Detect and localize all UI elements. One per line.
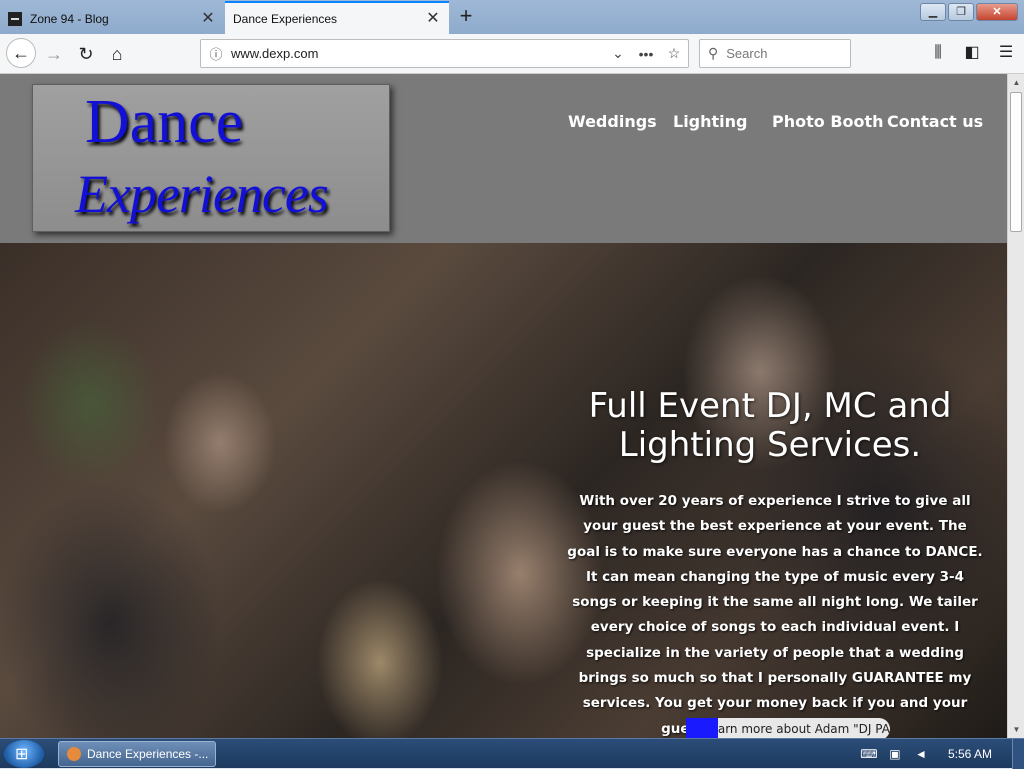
page-actions-icon[interactable]: •••: [632, 46, 660, 62]
library-icon[interactable]: ⫼: [928, 42, 948, 64]
site-logo[interactable]: Dance Experiences: [32, 84, 390, 232]
nav-lighting[interactable]: Lighting: [673, 112, 748, 131]
site-header: Dance Experiences Weddings Lighting Phot…: [0, 74, 1007, 243]
taskbar-window-item[interactable]: Dance Experiences -...: [58, 741, 216, 767]
nav-weddings[interactable]: Weddings: [568, 112, 657, 131]
clock[interactable]: 5:56 AM: [948, 747, 992, 761]
search-icon: ⚲: [708, 45, 719, 61]
tab-zone94-blog[interactable]: Zone 94 - Blog ✕: [0, 3, 224, 34]
network-icon[interactable]: ▣: [886, 747, 904, 761]
hero-text: With over 20 years of experience I striv…: [567, 493, 983, 737]
learn-more-accent: [686, 718, 718, 738]
close-window-button[interactable]: ✕: [976, 3, 1018, 21]
volume-icon[interactable]: ◄: [912, 747, 930, 761]
logo-line2: Experiences: [75, 164, 329, 224]
sidebar-icon[interactable]: ◧: [962, 42, 982, 64]
taskbar-window-label: Dance Experiences -...: [87, 747, 209, 761]
logo-line1: Dance: [85, 88, 244, 156]
tab-strip: Zone 94 - Blog ✕ Dance Experiences ✕ + ▁…: [0, 0, 1024, 34]
forward-button[interactable]: →: [42, 42, 66, 66]
site-favicon-icon: [8, 11, 22, 26]
chevron-down-icon[interactable]: ⌄: [604, 45, 632, 62]
tab-label: Dance Experiences: [233, 11, 338, 26]
nav-photo-booth[interactable]: Photo Booth: [772, 112, 884, 131]
info-icon[interactable]: ⓘ: [201, 44, 231, 63]
learn-more-button[interactable]: Learn more about Adam "DJ PAZ": [686, 718, 890, 738]
window-controls: ▁ ❐ ✕: [920, 3, 1018, 21]
home-button[interactable]: ⌂: [105, 42, 129, 66]
web-page: Dance Experiences Weddings Lighting Phot…: [0, 74, 1007, 738]
show-desktop-button[interactable]: [1012, 739, 1024, 769]
reload-button[interactable]: ↻: [74, 42, 98, 66]
scroll-down-icon[interactable]: ▼: [1008, 721, 1024, 738]
taskbar: Dance Experiences -... ⌨ ▣ ◄ 5:56 AM: [0, 738, 1024, 769]
maximize-button[interactable]: ❐: [948, 3, 974, 21]
start-button[interactable]: [4, 740, 44, 768]
firefox-icon: [67, 747, 81, 761]
search-placeholder: Search: [726, 46, 768, 61]
close-tab-icon[interactable]: ✕: [425, 10, 441, 27]
hero-banner: Full Event DJ, MC and Lighting Services.…: [0, 243, 1007, 738]
tab-label: Zone 94 - Blog: [30, 11, 109, 26]
keyboard-icon[interactable]: ⌨: [860, 747, 878, 761]
bookmark-star-icon[interactable]: ☆: [660, 45, 688, 62]
tab-dance-experiences[interactable]: Dance Experiences ✕: [225, 1, 449, 34]
hero-title: Full Event DJ, MC and Lighting Services.: [588, 386, 952, 465]
scroll-thumb[interactable]: [1010, 92, 1022, 232]
search-input[interactable]: ⚲ Search: [699, 39, 851, 68]
menu-icon[interactable]: ☰: [996, 42, 1016, 64]
close-tab-icon[interactable]: ✕: [200, 10, 216, 27]
minimize-button[interactable]: ▁: [920, 3, 946, 21]
toolbar-right: ⫼ ◧ ☰: [928, 42, 1016, 64]
address-bar[interactable]: ⓘ www.dexp.com ⌄ ••• ☆: [200, 39, 689, 68]
new-tab-button[interactable]: +: [455, 5, 477, 27]
nav-toolbar: ← → ↻ ⌂ ⓘ www.dexp.com ⌄ ••• ☆ ⚲ Search …: [0, 34, 1024, 74]
back-button[interactable]: ←: [6, 38, 36, 68]
learn-more-label: Learn more about Adam "DJ PAZ": [718, 722, 890, 736]
system-tray: ⌨ ▣ ◄ 5:56 AM: [860, 739, 1024, 769]
url-text[interactable]: www.dexp.com: [231, 46, 604, 61]
scroll-up-icon[interactable]: ▲: [1008, 74, 1024, 91]
vertical-scrollbar[interactable]: ▲ ▼: [1007, 74, 1024, 738]
nav-contact-us[interactable]: Contact us: [887, 112, 983, 131]
